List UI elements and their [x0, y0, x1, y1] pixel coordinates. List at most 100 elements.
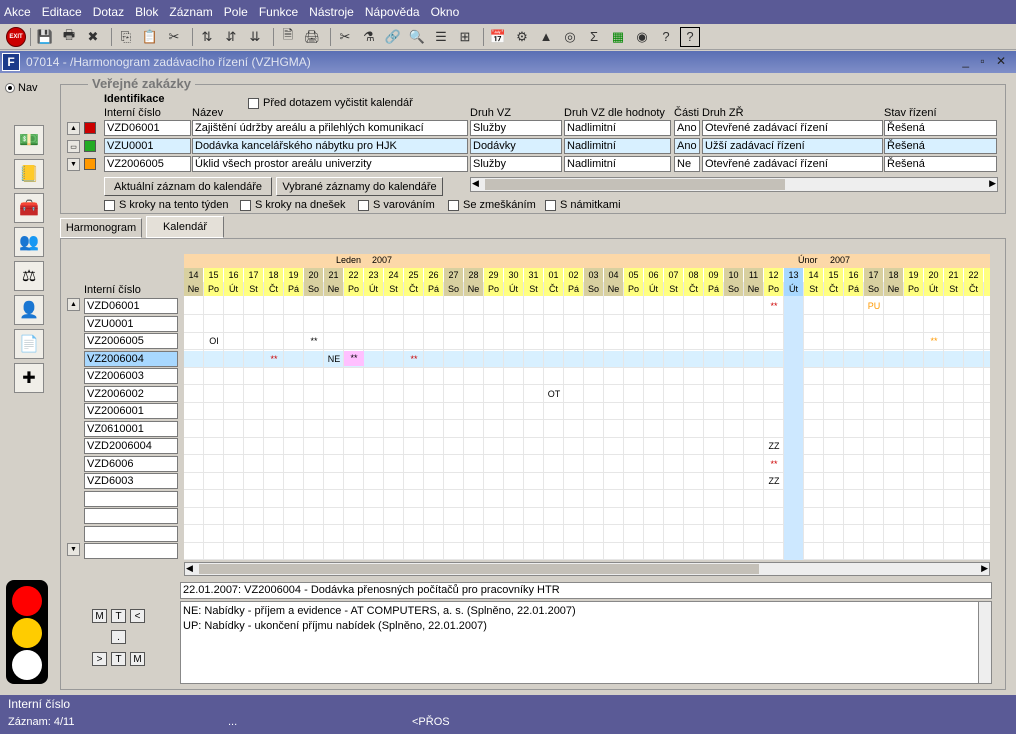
cal-scroll-left-icon[interactable]: ◀	[186, 563, 193, 574]
calendar-id-cell[interactable]: VZ2006005	[84, 333, 178, 349]
calendar-row[interactable]	[184, 543, 990, 560]
sort-asc-icon[interactable]: ⇅	[197, 27, 217, 47]
money-icon[interactable]: 💵	[14, 125, 44, 155]
calendar-id-cell[interactable]	[84, 525, 178, 542]
week-forward-button[interactable]: T	[111, 652, 126, 666]
calendar-row[interactable]	[184, 368, 990, 385]
link-icon[interactable]: 🔗	[383, 27, 403, 47]
calendar-id-cell[interactable]: VZ0610001	[84, 420, 178, 437]
calendar-row[interactable]	[184, 403, 990, 420]
cell-type-value[interactable]: Nadlimitní	[564, 120, 671, 136]
excel-icon[interactable]: ▦	[608, 27, 628, 47]
header-hscrollbar[interactable]: ◀ ▶	[470, 177, 998, 192]
calendar-mark[interactable]: OT	[544, 389, 564, 399]
calendar-id-cell[interactable]: VZ2006001	[84, 403, 178, 419]
scroll-up-icon[interactable]: ▲	[67, 122, 80, 135]
calendar-row[interactable]	[184, 473, 990, 490]
list-icon[interactable]: ☰	[431, 27, 451, 47]
calendar-row[interactable]	[184, 508, 990, 525]
window-controls[interactable]: _ ▫ ✕	[962, 54, 1010, 68]
triangle-icon[interactable]: ▲	[536, 27, 556, 47]
scissors-icon[interactable]: ✂	[335, 27, 355, 47]
cal-scroll-up-icon[interactable]: ▲	[67, 298, 80, 311]
calendar-mark[interactable]: **	[304, 336, 324, 346]
calendar-id-cell[interactable]: VZ2006002	[84, 385, 178, 402]
filter-icon[interactable]: ⚗	[359, 27, 379, 47]
menu-item[interactable]: Editace	[42, 5, 82, 19]
menu-item[interactable]: Nápověda	[365, 5, 420, 19]
calendar-row[interactable]	[184, 350, 990, 368]
day-forward-button[interactable]: >	[92, 652, 107, 666]
cell-state[interactable]: Řešená	[884, 156, 997, 172]
menu-item[interactable]: Pole	[224, 5, 248, 19]
menu-item[interactable]: Funkce	[259, 5, 298, 19]
calendar-id-cell[interactable]: VZ2006003	[84, 368, 178, 384]
gear-icon[interactable]: ⚙	[512, 27, 532, 47]
menu-item[interactable]: Akce	[4, 5, 31, 19]
save-icon[interactable]: 💾	[35, 27, 55, 47]
cell-state[interactable]: Řešená	[884, 120, 997, 136]
calendar-mark[interactable]: **	[924, 336, 944, 346]
calendar-row[interactable]	[184, 438, 990, 455]
cell-parts[interactable]: Ano	[674, 120, 700, 136]
cell-name[interactable]: Úklid všech prostor areálu univerzity	[192, 156, 468, 172]
calendar-row[interactable]	[184, 491, 990, 508]
calendar-mark[interactable]: PU	[864, 301, 884, 311]
today-button[interactable]: .	[111, 630, 126, 644]
person-icon[interactable]: 👤	[14, 295, 44, 325]
cell-id[interactable]: VZ2006005	[104, 156, 191, 172]
cell-type[interactable]: Služby	[470, 120, 562, 136]
scroll-left-icon[interactable]: ◀	[472, 178, 479, 189]
filter-checkbox[interactable]: S varováním	[358, 199, 435, 211]
calendar-id-cell[interactable]: VZ2006004	[84, 350, 178, 367]
calendar-mark[interactable]: **	[264, 354, 284, 364]
report-icon[interactable]: 🗎	[278, 27, 298, 47]
scroll-mid-icon[interactable]: ▭	[67, 140, 80, 153]
calendar-id-cell[interactable]	[84, 490, 178, 507]
cell-type-value[interactable]: Nadlimitní	[564, 156, 671, 172]
scroll-thumb[interactable]	[485, 179, 785, 190]
calendar-mark[interactable]: **	[764, 301, 784, 311]
calendar-row[interactable]	[184, 421, 990, 438]
calendar-hscrollbar[interactable]: ◀ ▶	[184, 562, 990, 576]
calendar-row[interactable]	[184, 526, 990, 543]
calendar-id-cell[interactable]: VZU0001	[84, 315, 178, 332]
calendar-mark[interactable]: ZZ	[764, 476, 784, 486]
calendar-mark[interactable]: OI	[204, 336, 224, 346]
users-icon[interactable]: 👥	[14, 227, 44, 257]
week-back-button[interactable]: T	[111, 609, 126, 623]
calendar-id-cell[interactable]: VZD06001	[84, 298, 178, 314]
printer-icon[interactable]: 🖨	[302, 27, 322, 47]
menu-item[interactable]: Okno	[431, 5, 460, 19]
calendar-id-cell[interactable]: VZD2006004	[84, 438, 178, 454]
toolbox-icon[interactable]: 🧰	[14, 193, 44, 223]
tree-icon[interactable]: ⊞	[455, 27, 475, 47]
clear-calendar-checkbox[interactable]: Před dotazem vyčistit kalendář	[248, 97, 413, 109]
sum-icon[interactable]: Σ	[584, 27, 604, 47]
sort-multi-icon[interactable]: ⇊	[245, 27, 265, 47]
add-document-icon[interactable]: ✚	[14, 363, 44, 393]
globe-icon[interactable]: ◉	[632, 27, 652, 47]
scroll-right-icon[interactable]: ▶	[989, 178, 996, 189]
month-back-button[interactable]: M	[92, 609, 107, 623]
menu-item[interactable]: Nástroje	[309, 5, 354, 19]
cell-type[interactable]: Služby	[470, 156, 562, 172]
filter-checkbox[interactable]: S kroky na dnešek	[240, 199, 346, 211]
cell-parts[interactable]: Ne	[674, 156, 700, 172]
tab-harmonogram[interactable]: Harmonogram	[60, 218, 142, 238]
calendar-mark[interactable]: **	[764, 459, 784, 469]
document-icon[interactable]: 📄	[14, 329, 44, 359]
cell-name[interactable]: Dodávka kancelářského nábytku pro HJK	[192, 138, 468, 154]
help-icon[interactable]: ?	[656, 27, 676, 47]
filter-checkbox[interactable]: Se zmeškáním	[448, 199, 536, 211]
cell-procedure[interactable]: Otevřené zadávací řízení	[702, 156, 883, 172]
calendar-id-cell[interactable]	[84, 543, 178, 559]
current-to-calendar-button[interactable]: Aktuální záznam do kalendáře	[104, 177, 272, 196]
day-back-button[interactable]: <	[130, 609, 145, 623]
cal-scroll-thumb[interactable]	[199, 564, 759, 574]
menu-item[interactable]: Dotaz	[93, 5, 124, 19]
cell-procedure[interactable]: Otevřené zadávací řízení	[702, 120, 883, 136]
search-icon[interactable]: 🔍	[407, 27, 427, 47]
cell-state[interactable]: Řešená	[884, 138, 997, 154]
calendar-row[interactable]	[184, 456, 990, 473]
